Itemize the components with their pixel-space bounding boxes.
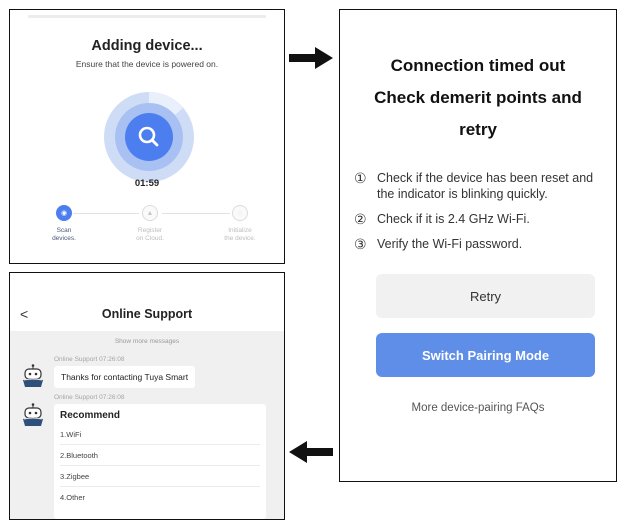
adding-title: Adding device...	[91, 38, 203, 54]
cloud-step-icon: ▲	[142, 205, 158, 221]
chat-area[interactable]: Show more messages Online Support 07:26:…	[10, 331, 284, 519]
check-item: ① Check if the device has been reset and…	[354, 170, 608, 202]
step-label: Initialize the device.	[224, 227, 256, 242]
scan-step-icon: ◉	[56, 205, 72, 221]
message-meta: Online Support 07:26:08	[54, 394, 125, 401]
check-text: Check if the device has been reset and t…	[377, 171, 594, 201]
recommend-option-other[interactable]: 4.Other	[60, 487, 260, 508]
switch-pairing-mode-button[interactable]: Switch Pairing Mode	[376, 333, 595, 377]
pairing-faq-link[interactable]: More device-pairing FAQs	[340, 402, 616, 414]
status-bar	[28, 15, 266, 18]
check-item: ② Check if it is 2.4 GHz Wi-Fi.	[354, 211, 608, 227]
online-support-screen: < Online Support Show more messages Onli…	[9, 272, 285, 520]
step-initialize-device: ◌ Initialize the device.	[205, 205, 275, 243]
adding-subtitle: Ensure that the device is powered on.	[75, 59, 219, 69]
arrow-right-icon	[289, 47, 333, 69]
adding-device-screen: Adding device... Ensure that the device …	[9, 9, 285, 264]
initialize-step-icon: ◌	[232, 205, 248, 221]
support-robot-avatar-icon	[23, 364, 43, 387]
check-number: ②	[354, 211, 367, 227]
check-text: Verify the Wi-Fi password.	[377, 237, 523, 251]
message-meta: Online Support 07:26:08	[54, 356, 125, 363]
check-text: Check if it is 2.4 GHz Wi-Fi.	[377, 212, 530, 226]
connection-timeout-screen: Connection timed out Check demerit point…	[339, 9, 617, 482]
countdown-timer: 01:59	[134, 178, 160, 189]
pairing-steps: ◉ Scan devices. ▲ Register on Cloud. ◌ I…	[32, 205, 262, 255]
support-robot-avatar-icon	[23, 403, 43, 426]
message-bubble: Thanks for contacting Tuya Smart	[54, 366, 196, 388]
recommend-title: Recommend	[60, 410, 121, 421]
step-label: Register on Cloud.	[136, 227, 164, 242]
check-number: ①	[354, 170, 367, 186]
recommend-option-wifi[interactable]: 1.WiFi	[60, 424, 260, 445]
support-title: Online Support	[101, 307, 193, 321]
recommend-card: Recommend 1.WiFi 2.Bluetooth 3.Zigbee 4.…	[54, 404, 266, 519]
show-more-messages-link[interactable]: Show more messages	[10, 338, 284, 345]
timeout-title: Connection timed out Check demerit point…	[374, 56, 582, 139]
scan-progress-ring	[102, 90, 196, 184]
step-label: Scan devices.	[52, 227, 76, 242]
check-item: ③ Verify the Wi-Fi password.	[354, 236, 608, 252]
recommend-option-zigbee[interactable]: 3.Zigbee	[60, 466, 260, 487]
recommend-option-bluetooth[interactable]: 2.Bluetooth	[60, 445, 260, 466]
step-scan-devices: ◉ Scan devices.	[29, 205, 99, 243]
retry-button[interactable]: Retry	[376, 274, 595, 318]
arrow-left-icon	[289, 441, 333, 463]
step-register-cloud: ▲ Register on Cloud.	[115, 205, 185, 243]
troubleshoot-list: ① Check if the device has been reset and…	[354, 170, 608, 261]
support-header: < Online Support	[10, 273, 284, 329]
check-number: ③	[354, 236, 367, 252]
